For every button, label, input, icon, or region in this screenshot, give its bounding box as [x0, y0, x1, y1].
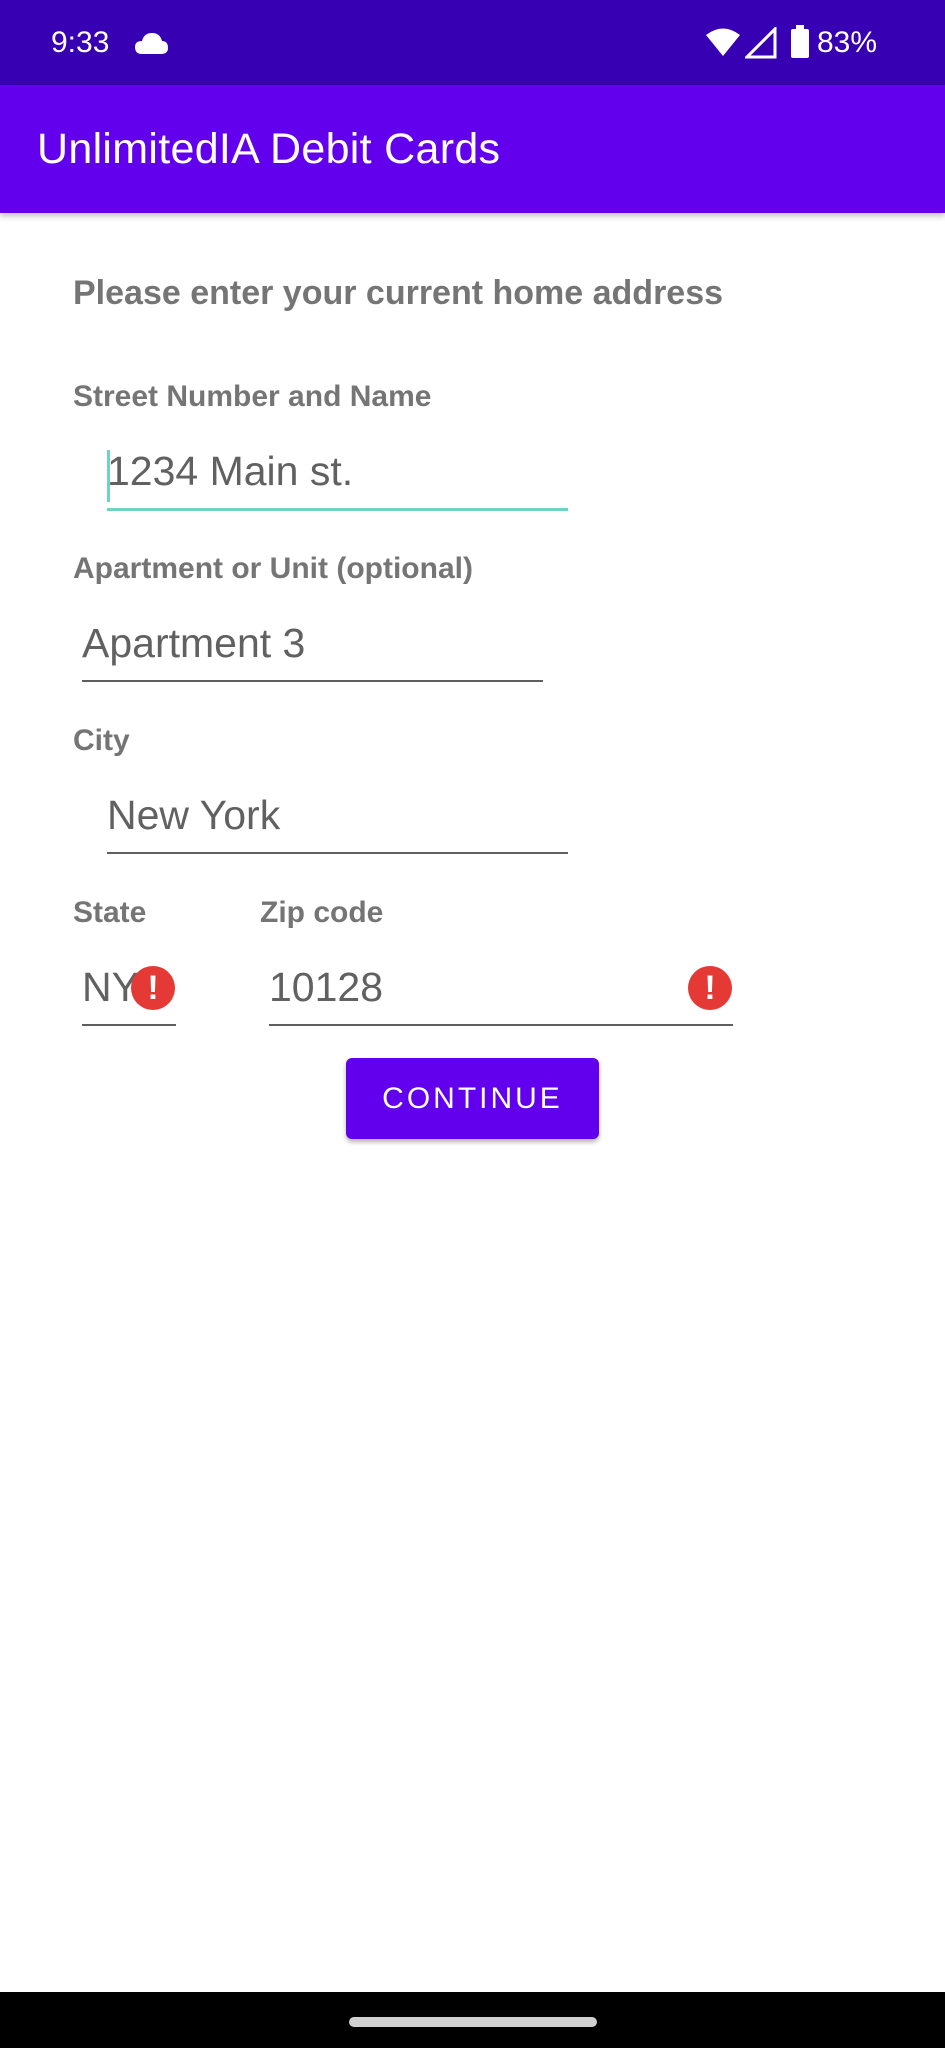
status-bar: 9:33 83%	[0, 0, 945, 85]
street-label: Street Number and Name	[73, 380, 432, 413]
state-error-icon[interactable]: !	[131, 966, 175, 1010]
state-field[interactable]: NY !	[82, 960, 176, 1026]
city-value: New York	[107, 792, 281, 838]
home-gesture-handle[interactable]	[349, 2017, 597, 2027]
form-prompt: Please enter your current home address	[73, 274, 724, 312]
zip-field[interactable]: 10128 !	[269, 960, 733, 1026]
app-bar: UnlimitedIA Debit Cards	[0, 85, 945, 213]
cloud-icon	[135, 33, 168, 54]
zip-value: 10128	[269, 964, 384, 1010]
cell-signal-icon	[745, 27, 777, 59]
apartment-field[interactable]: Apartment 3	[82, 616, 543, 682]
continue-button[interactable]: CONTINUE	[346, 1058, 599, 1139]
app-title: UnlimitedIA Debit Cards	[37, 125, 501, 173]
street-field[interactable]: 1234 Main st.	[107, 444, 568, 511]
city-field[interactable]: New York	[107, 788, 568, 854]
zip-error-icon[interactable]: !	[688, 966, 732, 1010]
wifi-icon	[706, 28, 740, 56]
apartment-value: Apartment 3	[82, 620, 306, 666]
battery-percentage: 83%	[817, 26, 878, 59]
apartment-label: Apartment or Unit (optional)	[73, 552, 473, 585]
status-time: 9:33	[51, 26, 110, 59]
state-label: State	[73, 896, 147, 929]
zip-label: Zip code	[260, 896, 384, 929]
city-label: City	[73, 724, 130, 757]
street-value: 1234 Main st.	[107, 448, 354, 494]
battery-icon	[791, 25, 809, 58]
